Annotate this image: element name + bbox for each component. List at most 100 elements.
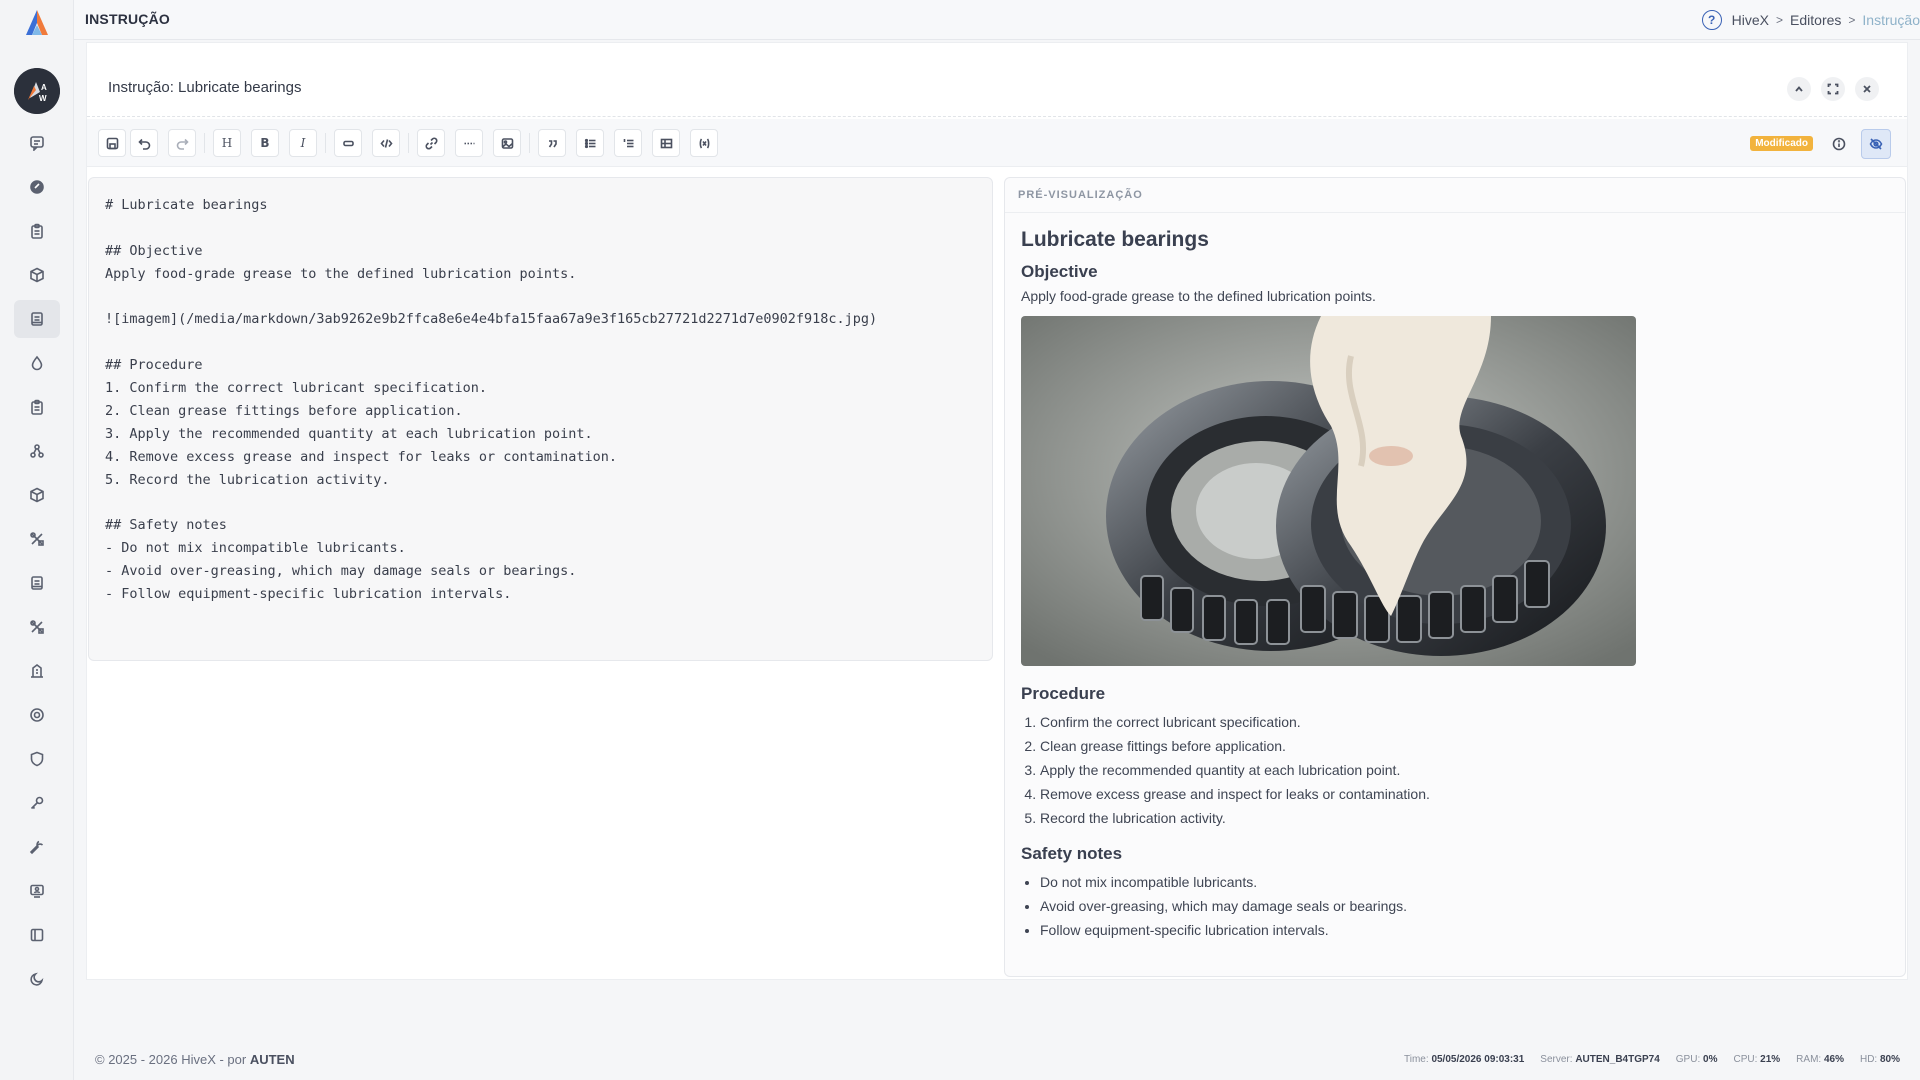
notebook-icon[interactable] <box>14 564 60 602</box>
toolbar-divider <box>325 133 326 153</box>
chat-icon[interactable] <box>14 124 60 162</box>
table-button[interactable] <box>652 129 680 157</box>
numbered-list-icon <box>623 138 633 147</box>
footer-copyright: © 2025 - 2026 HiveX - por AUTEN <box>95 1052 295 1067</box>
markdown-editor[interactable]: # Lubricate bearings ## Objective Apply … <box>88 177 993 661</box>
moon-icon[interactable] <box>14 960 60 998</box>
toolbar-divider <box>204 133 205 153</box>
panel-title: Instrução: Lubricate bearings <box>108 79 302 96</box>
collapse-button[interactable] <box>1787 77 1811 101</box>
list-item: Do not mix incompatible lubricants. <box>1040 870 1881 894</box>
list-item: Clean grease fittings before application… <box>1040 734 1881 758</box>
numbered-list-button[interactable] <box>614 129 642 157</box>
breadcrumb: ? HiveX > Editores > Instrução <box>1701 10 1920 30</box>
panel-header: Instrução: Lubricate bearings <box>87 43 1907 117</box>
code-block-button[interactable] <box>372 129 400 157</box>
italic-button[interactable]: I <box>289 129 317 157</box>
inline-code-button[interactable] <box>334 129 362 157</box>
sidebar: A W <box>0 0 74 1080</box>
company-link[interactable]: AUTEN <box>250 1052 295 1067</box>
list-item: Follow equipment-specific lubrication in… <box>1040 918 1881 942</box>
toggle-preview-button[interactable] <box>1861 129 1891 159</box>
bold-button[interactable]: B <box>251 129 279 157</box>
toolbar-divider <box>408 133 409 153</box>
stat-time: Time: 05/05/2026 09:03:31 <box>1404 1054 1525 1065</box>
monitor-user-icon[interactable] <box>14 872 60 910</box>
eye-off-icon <box>1869 138 1883 150</box>
preview-subheading: Safety notes <box>1021 844 1123 863</box>
package-icon[interactable] <box>14 476 60 514</box>
status-badge: Modificado <box>1750 136 1813 151</box>
procedure-list: Confirm the correct lubricant specificat… <box>1040 710 1881 830</box>
tools-cross-icon[interactable] <box>14 608 60 646</box>
hivex-logo[interactable] <box>22 8 52 38</box>
wrench-icon[interactable] <box>14 828 60 866</box>
editor-line: 3. Apply the recommended quantity at eac… <box>105 425 593 442</box>
key-icon[interactable] <box>14 784 60 822</box>
editor-line: ![imagem](/media/markdown/3ab9262e9b2ffc… <box>105 311 878 328</box>
editor-line: 2. Clean grease fittings before applicat… <box>105 403 463 420</box>
chevron-right-icon: > <box>1848 13 1856 27</box>
undo-button[interactable] <box>130 129 158 157</box>
system-stats: Time: 05/05/2026 09:03:31 Server: AUTEN_… <box>1404 1054 1900 1065</box>
breadcrumb-current: Instrução <box>1862 12 1920 28</box>
quote-icon <box>548 139 557 147</box>
page-title: INSTRUÇÃO <box>85 11 171 27</box>
markdown-preview: PRÉ-VISUALIZAÇÃO Lubricate bearings Obje… <box>1004 177 1906 977</box>
info-button[interactable] <box>1824 129 1854 159</box>
bullet-list-icon <box>584 138 595 148</box>
stat-gpu: GPU: 0% <box>1675 1054 1718 1065</box>
help-icon[interactable]: ? <box>1701 10 1722 30</box>
document-icon[interactable] <box>14 300 60 338</box>
close-button[interactable] <box>1855 77 1879 101</box>
bullet-list-button[interactable] <box>576 129 604 157</box>
clipboard-icon[interactable] <box>14 212 60 250</box>
building-icon[interactable] <box>14 652 60 690</box>
instruction-panel: Instrução: Lubricate bearings H B I Modi… <box>86 42 1908 980</box>
heading-button[interactable]: H <box>213 129 241 157</box>
editor-line: - Follow equipment-specific lubrication … <box>105 586 512 603</box>
expand-icon <box>1827 83 1839 95</box>
shield-icon[interactable] <box>14 740 60 778</box>
box-icon[interactable] <box>14 256 60 294</box>
image-button[interactable] <box>493 129 521 157</box>
preview-subheading: Procedure <box>1021 684 1106 703</box>
variable-button[interactable] <box>690 129 718 157</box>
top-bar: INSTRUÇÃO ? HiveX > Editores > Instrução <box>74 0 1920 40</box>
clipboard-list-icon[interactable] <box>14 388 60 426</box>
stat-hd: HD: 80% <box>1859 1054 1900 1065</box>
settings-icon[interactable] <box>14 696 60 734</box>
breadcrumb-hivex[interactable]: HiveX <box>1732 12 1769 28</box>
editor-line: # Lubricate bearings <box>105 197 268 213</box>
stat-server: Server: AUTEN_B4TGP74 <box>1540 1054 1660 1065</box>
link-button[interactable] <box>417 129 445 157</box>
editor-line: ## Procedure <box>105 357 203 374</box>
image-icon <box>501 137 513 149</box>
dashboard-icon[interactable] <box>14 168 60 206</box>
horizontal-rule-button[interactable] <box>455 129 483 157</box>
copyright-text: © 2025 - 2026 HiveX - por <box>95 1052 247 1067</box>
fullscreen-button[interactable] <box>1821 77 1845 101</box>
chevron-up-icon <box>1795 86 1803 92</box>
save-icon <box>106 137 118 149</box>
drop-icon[interactable] <box>14 344 60 382</box>
avatar[interactable]: A W <box>14 68 60 114</box>
save-button[interactable] <box>98 129 126 157</box>
list-item: Remove excess grease and inspect for lea… <box>1040 782 1881 806</box>
list-item: Record the lubrication activity. <box>1040 806 1881 830</box>
redo-button[interactable] <box>168 129 196 157</box>
tools-icon[interactable] <box>14 520 60 558</box>
editor-line: 1. Confirm the correct lubricant specifi… <box>105 380 488 397</box>
preview-heading: Lubricate bearings <box>1021 228 1209 251</box>
editor-line: - Avoid over-greasing, which may damage … <box>105 563 577 580</box>
rectangle-icon <box>342 140 354 146</box>
editor-line: 5. Record the lubrication activity. <box>105 471 390 488</box>
editor-line: ## Safety notes <box>105 517 227 534</box>
breadcrumb-editores[interactable]: Editores <box>1790 12 1841 28</box>
preview-label: PRÉ-VISUALIZAÇÃO <box>1018 189 1143 201</box>
nodes-icon[interactable] <box>14 432 60 470</box>
sidebar-toggle-icon[interactable] <box>14 916 60 954</box>
quote-button[interactable] <box>538 129 566 157</box>
